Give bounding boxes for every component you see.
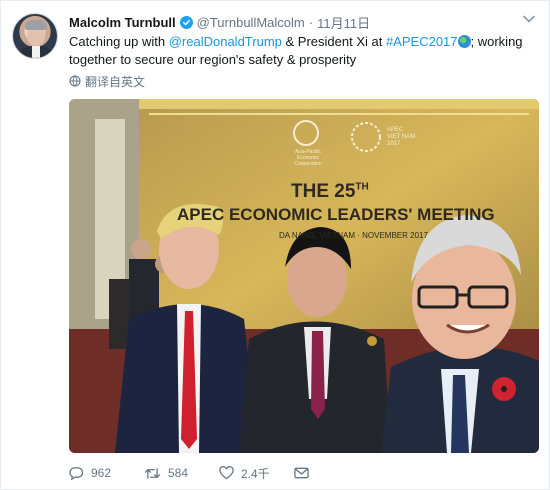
- banner-text-1: THE 25TH: [291, 181, 369, 202]
- hashtag-link[interactable]: #APEC2017: [386, 34, 458, 49]
- text-part-2: & President Xi at: [281, 34, 386, 49]
- logo-caption: Asia-Pacific Economic Cooperation: [294, 149, 322, 167]
- retweet-button[interactable]: 584: [144, 466, 219, 480]
- tweet-actions: 962 584 2.4千: [69, 463, 309, 483]
- reply-button[interactable]: 962: [69, 466, 144, 480]
- reply-icon: [69, 467, 84, 480]
- retweet-icon: [144, 467, 161, 479]
- reply-count: 962: [91, 466, 112, 480]
- tweet-header: Malcolm Turnbull @TurnbullMalcolm · 11月1…: [69, 13, 370, 31]
- chevron-down-icon[interactable]: [523, 15, 535, 23]
- author-handle[interactable]: @TurnbullMalcolm: [197, 15, 305, 30]
- like-icon: [219, 466, 234, 480]
- separator: ·: [308, 14, 314, 30]
- verified-icon: [179, 15, 193, 29]
- translate-label: 翻译自英文: [85, 74, 146, 89]
- tweet-text: Catching up with @realDonaldTrump & Pres…: [69, 33, 539, 69]
- like-button[interactable]: 2.4千: [219, 465, 294, 482]
- tweet-photo[interactable]: THE 25TH APEC ECONOMIC LEADERS' MEETING …: [69, 99, 539, 453]
- message-button[interactable]: [294, 467, 309, 479]
- author-name[interactable]: Malcolm Turnbull: [69, 15, 176, 30]
- translate-icon: [69, 75, 81, 87]
- message-icon: [294, 467, 309, 479]
- banner-text-2: APEC ECONOMIC LEADERS' MEETING: [177, 205, 495, 224]
- retweet-count: 584: [168, 466, 189, 480]
- like-count: 2.4千: [241, 466, 270, 481]
- timestamp[interactable]: 11月11日: [317, 13, 370, 32]
- banner-sup: TH: [355, 181, 369, 193]
- tweet-card[interactable]: Malcolm Turnbull @TurnbullMalcolm · 11月1…: [0, 0, 550, 490]
- text-part-1: Catching up with: [69, 34, 169, 49]
- translate-button[interactable]: 翻译自英文: [69, 73, 145, 89]
- banner-text-3: DA NANG, VIETNAM · NOVEMBER 2017: [279, 231, 428, 240]
- mention-link[interactable]: @realDonaldTrump: [169, 34, 282, 49]
- logo2-caption: APEC VIET NAM 2017: [387, 127, 416, 147]
- globe-icon: [457, 35, 471, 48]
- avatar[interactable]: [12, 13, 58, 59]
